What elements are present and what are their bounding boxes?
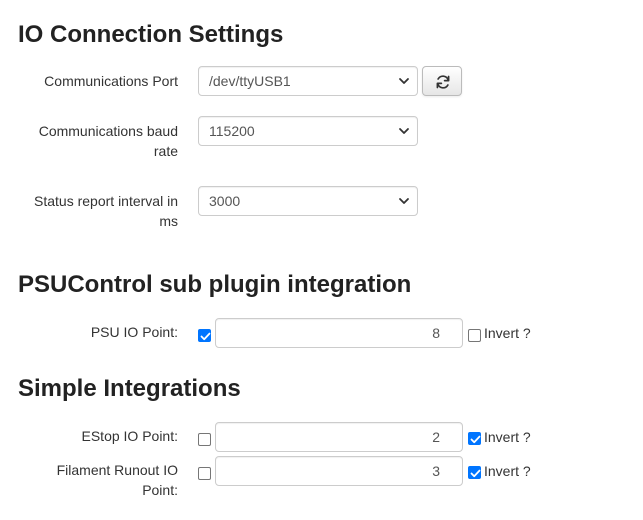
chevron-down-icon [399, 78, 409, 84]
status-interval-label-line1: Status report interval in [34, 193, 178, 209]
estop-io-point-label-text: EStop IO Point: [81, 428, 179, 444]
psu-io-enable-checkbox[interactable] [198, 329, 211, 342]
checkmark-icon [470, 435, 481, 444]
filament-runout-enable-checkbox[interactable] [198, 467, 211, 480]
psu-invert-checkbox[interactable] [468, 329, 481, 342]
io-connection-heading: IO Connection Settings [18, 21, 284, 48]
psu-io-point-label-text: PSU IO Point: [90, 324, 178, 340]
communications-baud-label-line1: Communications baud [38, 123, 178, 139]
communications-baud-label: Communications baud rate [20, 121, 178, 161]
estop-invert-label: Invert ? [484, 429, 531, 445]
psu-io-point-value: 8 [432, 325, 440, 341]
refresh-icon [436, 75, 450, 89]
filament-runout-invert-checkbox[interactable] [468, 466, 481, 479]
communications-port-label-text: Communications Port [44, 73, 178, 89]
filament-runout-io-point-value: 3 [432, 463, 440, 479]
filament-runout-label-line1: Filament Runout IO [56, 462, 178, 478]
psu-io-point-label: PSU IO Point: [20, 322, 178, 342]
filament-runout-label-line2: Point: [142, 482, 178, 498]
estop-io-point-label: EStop IO Point: [20, 426, 179, 446]
estop-enable-checkbox[interactable] [198, 433, 211, 446]
status-interval-select[interactable]: 3000 [198, 186, 418, 216]
filament-runout-io-point-input[interactable]: 3 [215, 456, 463, 486]
psucontrol-heading: PSUControl sub plugin integration [18, 271, 412, 298]
estop-io-point-value: 2 [432, 429, 440, 445]
estop-io-point-input[interactable]: 2 [215, 422, 463, 452]
estop-invert-checkbox[interactable] [468, 432, 481, 445]
chevron-down-icon [399, 198, 409, 204]
checkmark-icon [470, 469, 481, 478]
psu-io-point-input[interactable]: 8 [215, 318, 463, 348]
communications-port-value: /dev/ttyUSB1 [209, 73, 291, 89]
communications-baud-select[interactable]: 115200 [198, 116, 418, 146]
status-interval-label-line2: ms [159, 213, 178, 229]
communications-port-select[interactable]: /dev/ttyUSB1 [198, 66, 418, 96]
psu-invert-label: Invert ? [484, 325, 531, 341]
filament-runout-label: Filament Runout IO Point: [20, 460, 178, 500]
communications-baud-value: 115200 [209, 123, 255, 139]
status-interval-value: 3000 [209, 193, 241, 209]
refresh-ports-button[interactable] [422, 66, 462, 96]
filament-runout-invert-label: Invert ? [484, 463, 531, 479]
communications-port-label: Communications Port [20, 71, 178, 91]
communications-baud-label-line2: rate [153, 143, 178, 159]
chevron-down-icon [399, 128, 409, 134]
checkmark-icon [200, 332, 211, 341]
status-interval-label: Status report interval in ms [20, 191, 178, 231]
simple-integrations-heading: Simple Integrations [18, 375, 241, 402]
